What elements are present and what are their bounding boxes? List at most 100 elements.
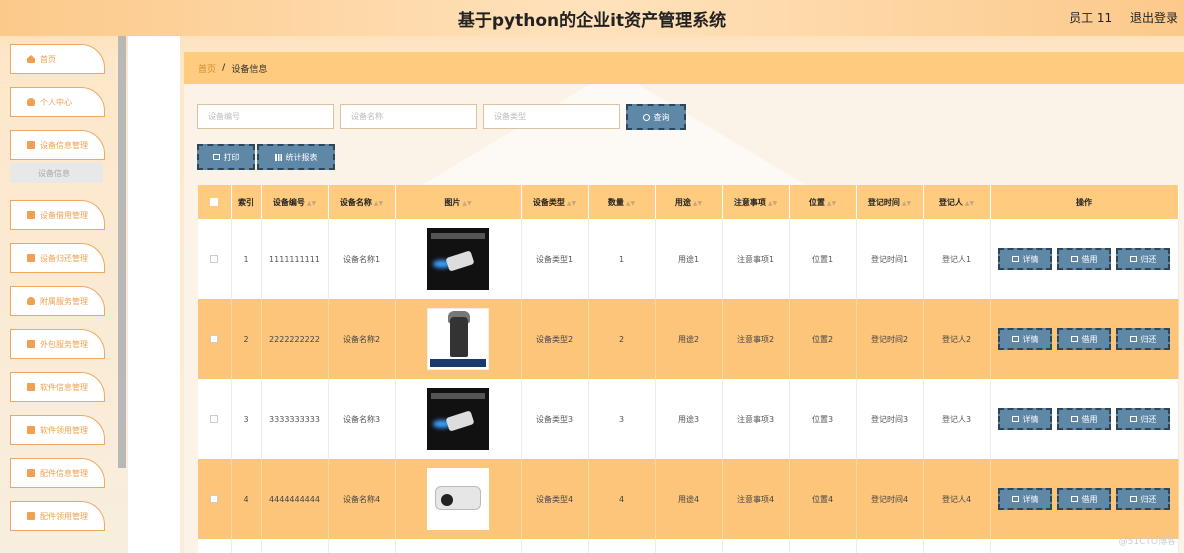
col-header[interactable]: 图片 ▲▼: [395, 185, 522, 219]
cell-note: 注意事项4: [722, 459, 790, 539]
row-checkbox[interactable]: [210, 495, 219, 503]
device-image[interactable]: [427, 468, 489, 530]
device-image[interactable]: [427, 308, 489, 370]
detail-button[interactable]: 详情: [998, 408, 1052, 430]
borrow-button[interactable]: 借用: [1057, 408, 1111, 430]
col-header-label: 图片: [444, 197, 461, 207]
col-header-label: 设备名称: [339, 197, 372, 207]
cell-code: 2222222222: [261, 299, 329, 379]
sidebar-item-device-return[interactable]: 设备归还管理: [10, 243, 105, 273]
borrow-label: 借用: [1081, 414, 1098, 424]
sidebar-subitem-device-info[interactable]: 设备信息: [10, 163, 103, 183]
query-label: 查询: [653, 112, 670, 122]
sidebar-item-affiliated-service[interactable]: 附属服务管理: [10, 286, 105, 316]
cell-qty: 2: [588, 299, 656, 379]
borrow-label: 借用: [1081, 494, 1098, 504]
sidebar-item-label: 首页: [40, 54, 56, 64]
device-code-input[interactable]: [197, 104, 334, 129]
col-header[interactable]: 设备名称 ▲▼: [328, 185, 396, 219]
row-checkbox[interactable]: [210, 255, 219, 263]
borrow-button[interactable]: 借用: [1057, 248, 1111, 270]
col-header-label: 注意事项: [733, 197, 766, 207]
detail-button[interactable]: 详情: [998, 488, 1052, 510]
col-header: 操作: [990, 185, 1179, 219]
return-button[interactable]: 归还: [1116, 408, 1170, 430]
sidebar-item-profile[interactable]: 个人中心: [10, 87, 105, 117]
sidebar-item-software-info[interactable]: 软件信息管理: [10, 372, 105, 402]
document-icon: [1011, 416, 1019, 422]
select-all-checkbox[interactable]: [210, 198, 219, 206]
return-label: 归还: [1140, 254, 1157, 264]
logout-link[interactable]: 退出登录: [1130, 11, 1178, 25]
device-table: 索引 设备编号 ▲▼ 设备名称 ▲▼ 图片 ▲▼ 设备类型 ▲▼ 数量 ▲▼ 用途 ▲▼ 注…: [198, 185, 1179, 553]
sort-icon[interactable]: ▲▼: [768, 200, 777, 207]
main-content: 首页 / 设备信息 查询 打印 统计报表 索引 设备编号▲▼ 设备名称▲▼: [184, 52, 1184, 553]
col-header[interactable]: 登记时间 ▲▼: [856, 185, 924, 219]
cell-location: 位置1: [789, 219, 857, 299]
return-label: 归还: [1140, 494, 1157, 504]
col-header-label: 登记时间: [867, 197, 900, 207]
cell-name: 设备名称4: [328, 459, 396, 539]
sort-icon[interactable]: ▲▼: [462, 200, 471, 207]
col-header[interactable]: 数量 ▲▼: [588, 185, 656, 219]
cell-person: 登记人4: [923, 459, 991, 539]
sidebar-item-home[interactable]: 首页: [10, 44, 105, 74]
return-button[interactable]: 归还: [1116, 248, 1170, 270]
device-name-input[interactable]: [340, 104, 477, 129]
sidebar-item-outsourcing[interactable]: 外包服务管理: [10, 329, 105, 359]
device-image[interactable]: [427, 228, 489, 290]
sort-icon[interactable]: ▲▼: [567, 200, 576, 207]
detail-button[interactable]: 详情: [998, 328, 1052, 350]
sort-icon[interactable]: ▲▼: [693, 200, 702, 207]
device-image[interactable]: [427, 388, 489, 450]
print-label: 打印: [223, 152, 240, 162]
breadcrumb-home[interactable]: 首页: [198, 62, 216, 75]
detail-label: 详情: [1022, 494, 1039, 504]
select-all-header[interactable]: [198, 185, 232, 219]
borrow-button[interactable]: 借用: [1057, 488, 1111, 510]
detail-button[interactable]: 详情: [998, 248, 1052, 270]
document-icon: [1011, 336, 1019, 342]
col-header[interactable]: 登记人 ▲▼: [923, 185, 991, 219]
col-header[interactable]: 位置 ▲▼: [789, 185, 857, 219]
document-icon: [1070, 496, 1078, 502]
cell-note: 注意事项2: [722, 299, 790, 379]
cell-time: 登记时间1: [856, 219, 924, 299]
col-header[interactable]: 设备类型 ▲▼: [521, 185, 589, 219]
row-checkbox[interactable]: [210, 415, 219, 423]
col-header[interactable]: 用途 ▲▼: [655, 185, 723, 219]
device-type-input[interactable]: [483, 104, 620, 129]
document-icon: [1129, 336, 1137, 342]
sort-icon[interactable]: ▲▼: [626, 200, 635, 207]
grid-icon: [27, 340, 35, 348]
sidebar-item-device-borrow[interactable]: 设备借用管理: [10, 200, 105, 230]
borrow-label: 借用: [1081, 254, 1098, 264]
sort-icon[interactable]: ▲▼: [827, 200, 836, 207]
row-checkbox[interactable]: [210, 335, 219, 343]
query-button[interactable]: 查询: [626, 104, 686, 130]
sidebar-item-parts-info[interactable]: 配件信息管理: [10, 458, 105, 488]
col-header-label: 用途: [674, 197, 691, 207]
sidebar-item-software-use[interactable]: 软件领用管理: [10, 415, 105, 445]
grid-icon: [27, 512, 35, 520]
sidebar-item-parts-use[interactable]: 配件领用管理: [10, 501, 105, 531]
print-button[interactable]: 打印: [197, 144, 255, 170]
col-header[interactable]: 设备编号 ▲▼: [261, 185, 329, 219]
sort-icon[interactable]: ▲▼: [965, 200, 974, 207]
sort-icon[interactable]: ▲▼: [902, 200, 911, 207]
report-button[interactable]: 统计报表: [257, 144, 335, 170]
sort-icon[interactable]: ▲▼: [307, 200, 316, 207]
sidebar-item-label: 设备借用管理: [40, 210, 88, 220]
return-button[interactable]: 归还: [1116, 488, 1170, 510]
col-header[interactable]: 注意事项 ▲▼: [722, 185, 790, 219]
document-icon: [1011, 256, 1019, 262]
return-button[interactable]: 归还: [1116, 328, 1170, 350]
cell-index: 3: [231, 379, 262, 459]
sort-icon[interactable]: ▲▼: [374, 200, 383, 207]
sidebar-scrollbar[interactable]: [118, 36, 126, 468]
document-icon: [1129, 416, 1137, 422]
sidebar-item-device-info[interactable]: 设备信息管理: [10, 130, 105, 160]
cell-type: 设备类型3: [521, 379, 589, 459]
borrow-button[interactable]: 借用: [1057, 328, 1111, 350]
cell-use: 用途2: [655, 299, 723, 379]
